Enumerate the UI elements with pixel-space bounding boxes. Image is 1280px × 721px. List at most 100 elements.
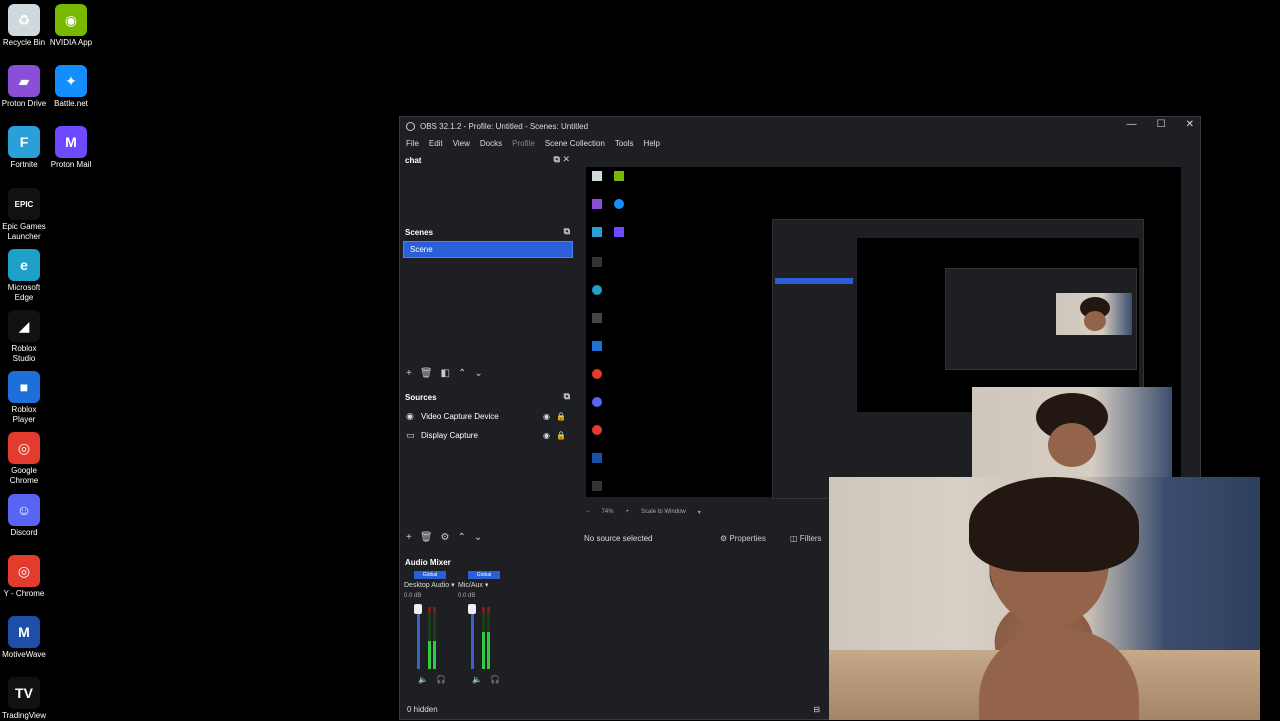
desktop-shortcut-label: Microsoft Edge xyxy=(7,283,41,302)
monitor-icon: ▭ xyxy=(406,430,415,440)
edge-icon: e xyxy=(8,249,40,281)
battlenet-icon: ✦ xyxy=(55,65,87,97)
chrome-icon: ◎ xyxy=(8,432,40,464)
desktop-shortcut-label: Discord xyxy=(10,528,38,537)
channel-name[interactable]: Desktop Audio ▾ xyxy=(404,581,456,589)
add-scene-button[interactable]: + xyxy=(406,368,412,379)
desktop-shortcut[interactable]: M MotiveWave xyxy=(0,616,48,660)
desktop-shortcut[interactable]: ♻ Recycle Bin xyxy=(0,4,48,48)
desktop-shortcut-label: Roblox Studio xyxy=(11,344,37,363)
zoom-out-button[interactable]: − xyxy=(586,509,590,521)
desktop-shortcut[interactable]: ◢ Roblox Studio xyxy=(0,310,48,364)
volume-fader-knob[interactable] xyxy=(468,604,476,614)
sources-toolbar: + 🗑 ⚙ ⌃ ⌄ xyxy=(400,529,576,545)
scenes-float-icon[interactable]: ⧉ xyxy=(564,226,570,237)
remove-scene-button[interactable]: 🗑 xyxy=(420,368,433,379)
scene-filters-button[interactable]: ◧ xyxy=(441,368,450,379)
menu-help[interactable]: Help xyxy=(644,139,660,148)
headphones-icon[interactable]: 🎧 xyxy=(490,675,500,684)
preview-nested-webcam-3 xyxy=(1056,293,1132,335)
sources-dock: Sources ⧉ ◉ Video Capture Device ◉ 🔒 ▭ D… xyxy=(400,390,576,550)
scene-item[interactable]: Scene xyxy=(403,241,573,258)
level-meter xyxy=(482,607,485,669)
mixer-channel-desktop-audio: Global Desktop Audio ▾ 0.0 dB 🔈 🎧 xyxy=(404,571,456,684)
move-scene-down-button[interactable]: ⌄ xyxy=(474,368,482,379)
headphones-icon[interactable]: 🎧 xyxy=(436,675,446,684)
speaker-icon[interactable]: 🔈 xyxy=(472,675,482,684)
source-item-display-capture[interactable]: ▭ Display Capture ◉ 🔒 xyxy=(400,426,576,445)
desktop-shortcut[interactable]: EPIC Epic Games Launcher xyxy=(0,188,48,242)
desktop-shortcut[interactable]: e Microsoft Edge xyxy=(0,249,48,303)
no-source-label: No source selected xyxy=(584,533,653,543)
desktop-shortcut[interactable]: ◉ NVIDIA App xyxy=(47,4,95,48)
layout-icon[interactable]: ⊟ xyxy=(813,705,820,714)
channel-name[interactable]: Mic/Aux ▾ xyxy=(458,581,510,589)
desktop-shortcut-label: Recycle Bin xyxy=(2,38,46,47)
visibility-eye-icon[interactable]: ◉ xyxy=(543,412,550,421)
nvidia-icon: ◉ xyxy=(55,4,87,36)
menu-bar: File Edit View Docks Profile Scene Colle… xyxy=(400,135,1200,151)
discord-icon: ☺ xyxy=(8,494,40,526)
move-source-down-button[interactable]: ⌄ xyxy=(474,532,482,543)
desktop-shortcut[interactable]: ☺ Discord xyxy=(0,494,48,538)
webcam-video xyxy=(829,477,1260,720)
title-bar: OBS 32.1.2 - Profile: Untitled - Scenes:… xyxy=(400,117,1200,135)
remove-source-button[interactable]: 🗑 xyxy=(420,532,433,543)
desktop-shortcut-label: MotiveWave xyxy=(2,650,46,659)
source-properties-gear-icon[interactable]: ⚙ xyxy=(441,532,450,543)
channel-db: 0.0 dB xyxy=(458,593,476,599)
desktop-shortcut[interactable]: ■ Roblox Player xyxy=(0,371,48,425)
add-source-button[interactable]: + xyxy=(406,532,412,543)
global-badge: Global xyxy=(414,571,446,579)
source-label: Video Capture Device xyxy=(421,412,499,421)
desktop-shortcut-label: Epic Games Launcher xyxy=(2,222,46,241)
volume-fader-knob[interactable] xyxy=(414,604,422,614)
move-scene-up-button[interactable]: ⌃ xyxy=(458,368,466,379)
obs-logo-icon xyxy=(406,121,415,131)
hidden-count: 0 hidden xyxy=(407,704,438,714)
desktop-shortcut-label: Roblox Player xyxy=(11,405,37,424)
properties-button[interactable]: ⚙ Properties xyxy=(720,534,766,543)
menu-file[interactable]: File xyxy=(406,139,419,148)
source-item-video-capture[interactable]: ◉ Video Capture Device ◉ 🔒 xyxy=(400,407,576,426)
speaker-icon[interactable]: 🔈 xyxy=(418,675,428,684)
zoom-in-button[interactable]: + xyxy=(626,509,630,521)
menu-docks[interactable]: Docks xyxy=(480,139,502,148)
preview-canvas[interactable] xyxy=(586,167,1181,499)
close-button[interactable]: ✕ xyxy=(1186,119,1194,130)
menu-edit[interactable]: Edit xyxy=(429,139,443,148)
filters-button[interactable]: ◫ Filters xyxy=(790,534,822,543)
desktop-shortcut-label: NVIDIA App xyxy=(49,38,93,47)
desktop-shortcut[interactable]: ◎ Y - Chrome xyxy=(0,555,48,599)
minimize-button[interactable]: — xyxy=(1127,119,1137,130)
audio-mixer-title: Audio Mixer xyxy=(405,557,451,567)
move-source-up-button[interactable]: ⌃ xyxy=(458,532,466,543)
tradingview-icon: TV xyxy=(8,677,40,709)
dock-controls[interactable]: ⧉ ✕ xyxy=(554,154,570,165)
maximize-button[interactable]: ☐ xyxy=(1157,119,1166,130)
sources-title: Sources xyxy=(405,392,437,402)
desktop-shortcut[interactable]: ✦ Battle.net xyxy=(47,65,95,109)
chrome-profile-icon: ◎ xyxy=(8,555,40,587)
sources-float-icon[interactable]: ⧉ xyxy=(564,391,570,402)
scenes-toolbar: + 🗑 ◧ ⌃ ⌄ xyxy=(400,365,576,381)
desktop-shortcut[interactable]: M Proton Mail xyxy=(47,126,95,170)
volume-fader[interactable] xyxy=(417,607,420,669)
menu-view[interactable]: View xyxy=(453,139,470,148)
desktop-shortcut[interactable]: ▰ Proton Drive xyxy=(0,65,48,109)
desktop-shortcut[interactable]: F Fortnite xyxy=(0,126,48,170)
lock-icon[interactable]: 🔒 xyxy=(556,431,566,440)
desktop-shortcut-label: Y - Chrome xyxy=(3,589,45,598)
lock-icon[interactable]: 🔒 xyxy=(556,412,566,421)
chevron-down-icon[interactable]: ▾ xyxy=(698,509,701,521)
desktop-shortcut[interactable]: TV TradingView xyxy=(0,677,48,721)
menu-profile[interactable]: Profile xyxy=(512,139,535,148)
window-title: OBS 32.1.2 - Profile: Untitled - Scenes:… xyxy=(420,121,589,131)
menu-tools[interactable]: Tools xyxy=(615,139,634,148)
menu-scene-collection[interactable]: Scene Collection xyxy=(545,139,605,148)
scale-mode-select[interactable]: Scale to Window xyxy=(641,509,686,521)
volume-fader[interactable] xyxy=(471,607,474,669)
visibility-eye-icon[interactable]: ◉ xyxy=(543,431,550,440)
desktop-shortcut[interactable]: ◎ Google Chrome xyxy=(0,432,48,486)
desktop-shortcut-label: Battle.net xyxy=(54,99,88,108)
